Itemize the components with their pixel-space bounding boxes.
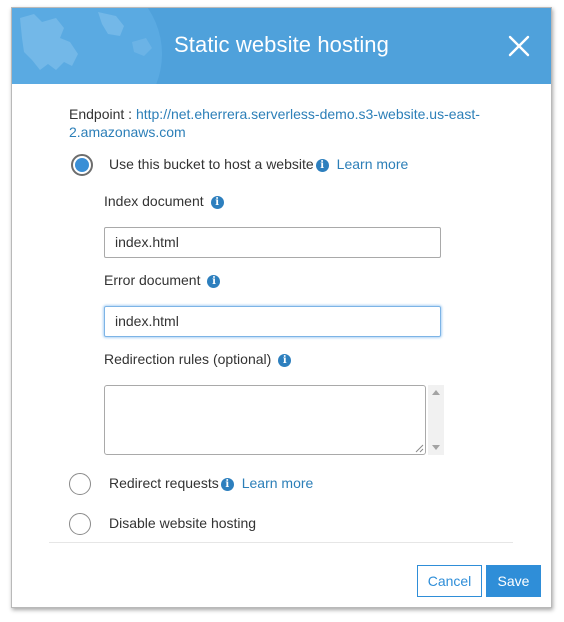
redirection-rules-label-text: Redirection rules (optional) [104,351,272,367]
learn-more-link[interactable]: Learn more [242,475,314,491]
error-document-label-text: Error document [104,272,201,288]
dialog-header: Static website hosting [12,8,551,84]
option-redirect-requests: Redirect requests i Learn more [109,475,313,491]
option-redirect-label: Redirect requests [109,475,219,491]
index-document-input[interactable]: index.html [104,227,441,258]
radio-disable-hosting[interactable] [69,513,91,535]
error-document-label: Error document i [104,272,221,288]
radio-redirect-requests[interactable] [69,473,91,495]
endpoint-label: Endpoint : [69,106,133,122]
error-document-input[interactable]: index.html [104,306,441,337]
save-button[interactable]: Save [486,565,541,597]
option-host-label: Use this bucket to host a website [109,156,314,172]
textarea-scrollbar[interactable] [428,385,444,455]
option-host-website: Use this bucket to host a website i Learn … [109,156,408,172]
learn-more-link[interactable]: Learn more [337,156,409,172]
radio-host-website[interactable] [71,154,93,176]
static-website-hosting-dialog: Static website hosting Endpoint : http:/… [11,7,552,608]
info-icon[interactable]: i [278,354,292,367]
info-icon[interactable]: i [210,196,224,209]
redirection-rules-label: Redirection rules (optional) i [104,351,292,367]
info-icon[interactable]: i [207,275,221,288]
footer-divider [49,542,513,543]
info-icon[interactable]: i [315,159,329,172]
resize-grip-icon[interactable] [415,444,424,453]
endpoint-text: Endpoint : http://net.eherrera.serverles… [69,105,489,141]
cancel-button[interactable]: Cancel [417,565,482,597]
scroll-up-icon[interactable] [432,390,440,395]
redirection-rules-textarea[interactable] [104,385,426,455]
option-disable-hosting: Disable website hosting [109,515,257,531]
close-icon[interactable] [506,33,532,59]
dialog-title: Static website hosting [174,32,389,57]
index-document-label: Index document i [104,193,224,209]
index-document-label-text: Index document [104,193,204,209]
info-icon[interactable]: i [220,478,234,491]
scroll-down-icon[interactable] [432,445,440,450]
